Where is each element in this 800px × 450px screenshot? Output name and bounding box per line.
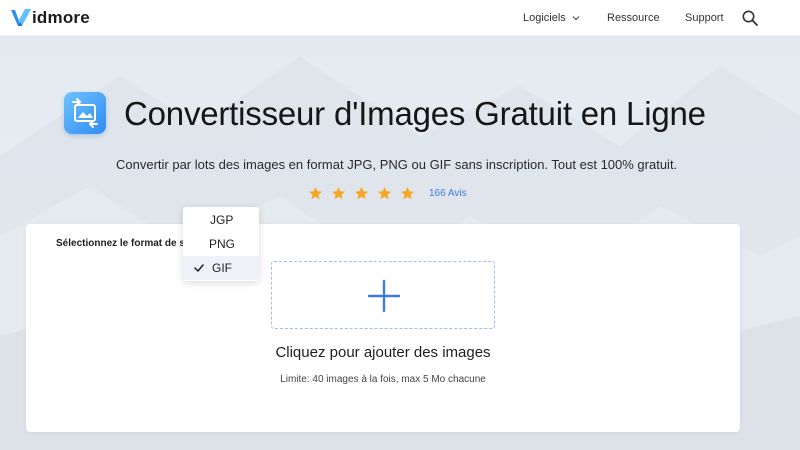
format-option-label: PNG <box>209 237 236 251</box>
nav-support-label: Support <box>685 12 724 24</box>
format-option-label: JGP <box>210 213 234 227</box>
chevron-down-icon <box>572 16 580 21</box>
star-icon[interactable] <box>354 186 369 201</box>
converter-panel: Sélectionnez le format de sortie : Cliqu… <box>26 224 740 432</box>
vidmore-v-logo-icon <box>11 9 31 26</box>
rating: 166 Avis <box>308 186 467 201</box>
search-icon[interactable] <box>741 9 759 27</box>
nav-logiciels-label: Logiciels <box>523 12 566 24</box>
brand-logo[interactable]: idmore <box>10 7 90 29</box>
star-icon[interactable] <box>377 186 392 201</box>
page-subtitle: Convertir par lots des images en format … <box>116 157 678 172</box>
star-icon[interactable] <box>308 186 323 201</box>
add-images-dropzone[interactable] <box>271 261 495 329</box>
format-option-jgp[interactable]: JGP <box>183 208 259 232</box>
nav-logiciels[interactable]: Logiciels <box>523 0 580 36</box>
add-images-label[interactable]: Cliquez pour ajouter des images <box>26 344 740 361</box>
image-convert-icon <box>64 92 106 134</box>
format-option-label: GIF <box>212 261 232 275</box>
check-icon <box>194 264 204 272</box>
nav-ressource[interactable]: Ressource <box>607 0 660 36</box>
upload-limit-text: Limite: 40 images à la fois, max 5 Mo ch… <box>280 374 486 385</box>
format-option-png[interactable]: PNG <box>183 232 259 256</box>
logo-text: idmore <box>32 8 90 27</box>
nav-ressource-label: Ressource <box>607 12 660 24</box>
star-icon[interactable] <box>400 186 415 201</box>
page-title: Convertisseur d'Images Gratuit en Ligne <box>124 95 706 132</box>
output-format-label: Sélectionnez le format de sortie : <box>56 238 186 249</box>
star-icon[interactable] <box>331 186 346 201</box>
plus-icon <box>367 279 401 313</box>
reviews-link[interactable]: 166 Avis <box>429 188 467 199</box>
format-option-gif[interactable]: GIF <box>183 256 259 280</box>
top-navbar: idmore Logiciels Ressource Support <box>0 0 800 36</box>
nav-support[interactable]: Support <box>685 0 724 36</box>
format-dropdown-menu: JGP PNG GIF <box>183 207 259 281</box>
